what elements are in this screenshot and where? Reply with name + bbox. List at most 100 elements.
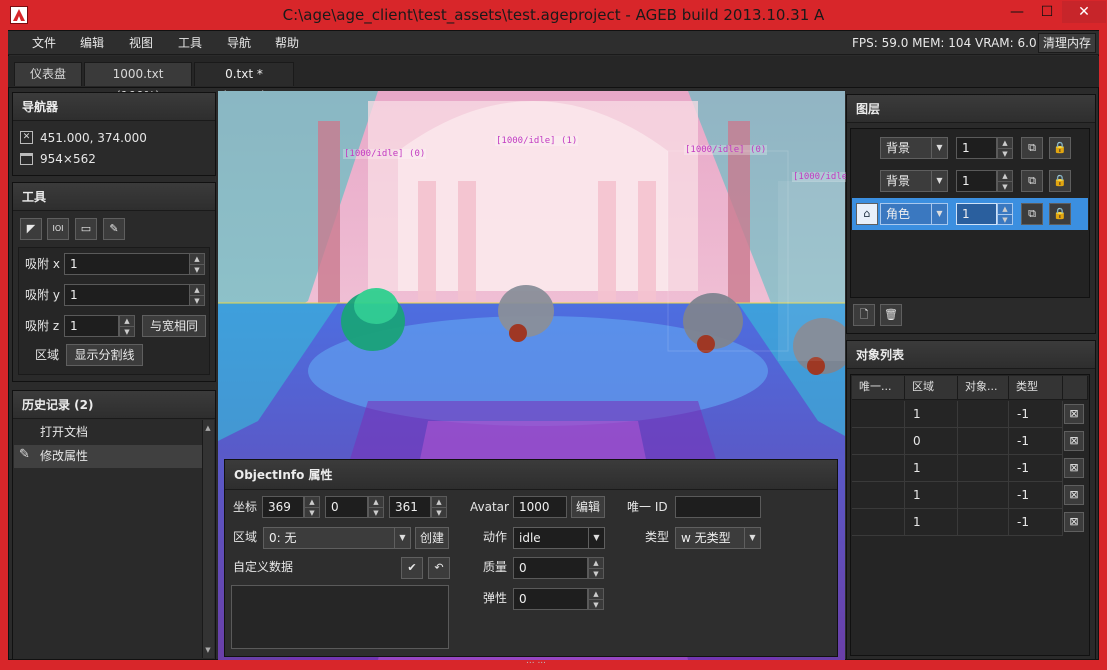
new-layer-icon[interactable]: 🗋	[853, 304, 875, 326]
col-uid[interactable]: 唯一...	[852, 376, 905, 400]
coord-z-stepper[interactable]: ▲ ▼	[431, 496, 447, 518]
menu-navigate[interactable]: 导航	[225, 34, 253, 52]
object-cell	[958, 455, 1009, 482]
mass-field[interactable]: 0	[513, 557, 588, 579]
col-object[interactable]: 对象...	[958, 376, 1009, 400]
chevron-down-icon: ▼	[931, 171, 947, 191]
menu-file[interactable]: 文件	[30, 34, 58, 52]
tab-0-txt[interactable]: 0.txt * (100%)	[194, 62, 294, 103]
coord-x-stepper[interactable]: ▲ ▼	[304, 496, 320, 518]
table-row[interactable]	[852, 482, 905, 509]
snap-x-stepper[interactable]: ▲ ▼	[189, 253, 205, 275]
layer-type-select[interactable]: 背景 ▼	[880, 170, 948, 192]
layer-depth-stepper[interactable]: ▲ ▼	[997, 137, 1013, 159]
table-row[interactable]	[852, 401, 905, 428]
custom-data-textarea[interactable]	[231, 585, 449, 649]
snap-y-stepper[interactable]: ▲ ▼	[189, 284, 205, 306]
type-select[interactable]: w 无类型 ▼	[675, 527, 761, 549]
scroll-up-icon[interactable]: ▲	[203, 421, 213, 435]
copy-layer-icon[interactable]: ⧉	[1021, 137, 1043, 159]
elastic-stepper[interactable]: ▲ ▼	[588, 588, 604, 610]
same-as-width-button[interactable]: 与宽相同	[142, 315, 206, 337]
object-cell	[958, 482, 1009, 509]
pencil-icon: ✎	[19, 447, 30, 462]
layer-type-select[interactable]: 背景 ▼	[880, 137, 948, 159]
create-button[interactable]: 创建	[415, 527, 449, 549]
avatar-field[interactable]: 1000	[513, 496, 567, 518]
uid-field[interactable]	[675, 496, 761, 518]
elastic-label: 弹性	[483, 591, 508, 605]
locate-icon[interactable]: ⊠	[1064, 485, 1084, 505]
layer-type-value: 背景	[886, 174, 911, 188]
layer-type-value: 角色	[886, 207, 911, 221]
history-item[interactable]: 打开文档	[40, 421, 88, 443]
tab-1000-txt[interactable]: 1000.txt (100%)	[84, 62, 192, 103]
select-tool-icon[interactable]: ◤	[20, 218, 42, 240]
lock-icon[interactable]: 🔒	[1049, 137, 1071, 159]
menu-view[interactable]: 视图	[127, 34, 155, 52]
table-row[interactable]	[852, 455, 905, 482]
crosshair-icon: ✕	[20, 131, 33, 144]
custom-data-label: 自定义数据	[233, 560, 294, 574]
chevron-down-icon: ▼	[744, 528, 760, 548]
snap-z-field[interactable]: 1	[64, 315, 119, 337]
lock-icon[interactable]: 🔒	[1049, 170, 1071, 192]
history-item[interactable]: 修改属性	[40, 445, 88, 467]
edit-avatar-button[interactable]: 编辑	[571, 496, 605, 518]
scroll-down-icon[interactable]: ▼	[203, 643, 213, 657]
home-icon[interactable]: ⌂	[856, 203, 878, 225]
layer-depth-field[interactable]: 1	[956, 170, 997, 192]
region-select[interactable]: 0: 无 ▼	[263, 527, 411, 549]
col-region[interactable]: 区域	[905, 376, 958, 400]
brush-tool-icon[interactable]: ✎	[103, 218, 125, 240]
layer-depth-stepper[interactable]: ▲ ▼	[997, 170, 1013, 192]
locate-icon[interactable]: ⊠	[1064, 458, 1084, 478]
region-cell: 1	[905, 482, 958, 509]
show-split-button[interactable]: 显示分割线	[66, 344, 143, 366]
delete-layer-icon[interactable]: 🗑	[880, 304, 902, 326]
uid-label: 唯一 ID	[627, 500, 668, 514]
frame-tool-icon[interactable]: ▭	[75, 218, 97, 240]
action-label: 动作	[483, 530, 508, 544]
history-scrollbar[interactable]	[202, 420, 214, 658]
type-cell: -1	[1009, 428, 1063, 455]
history-title: 历史记录 (2)	[13, 391, 215, 419]
maximize-button[interactable]: ☐	[1032, 1, 1062, 23]
minimize-button[interactable]: —	[1002, 1, 1032, 23]
apply-check-icon[interactable]: ✔	[401, 557, 423, 579]
layer-depth-field[interactable]: 1	[956, 137, 997, 159]
close-button[interactable]: ✕	[1062, 1, 1106, 23]
clear-memory-button[interactable]: 清理内存	[1038, 33, 1096, 53]
col-type[interactable]: 类型	[1009, 376, 1063, 400]
tab-dashboard[interactable]: 仪表盘	[14, 62, 82, 86]
table-row[interactable]	[852, 509, 905, 536]
menu-tools[interactable]: 工具	[176, 34, 204, 52]
menu-edit[interactable]: 编辑	[78, 34, 106, 52]
action-select[interactable]: idle ▼	[513, 527, 605, 549]
locate-icon[interactable]: ⊠	[1064, 404, 1084, 424]
table-row[interactable]	[852, 428, 905, 455]
snap-y-field[interactable]: 1	[64, 284, 190, 306]
layer-depth-stepper[interactable]: ▲ ▼	[997, 203, 1013, 225]
object-cell	[958, 428, 1009, 455]
mass-label: 质量	[483, 560, 508, 574]
coord-z-field[interactable]: 361	[389, 496, 431, 518]
type-cell: -1	[1009, 401, 1063, 428]
locate-icon[interactable]: ⊠	[1064, 512, 1084, 532]
menu-help[interactable]: 帮助	[273, 34, 301, 52]
lock-icon[interactable]: 🔒	[1049, 203, 1071, 225]
copy-layer-icon[interactable]: ⧉	[1021, 203, 1043, 225]
layer-type-select[interactable]: 角色 ▼	[880, 203, 948, 225]
mass-stepper[interactable]: ▲ ▼	[588, 557, 604, 579]
elastic-field[interactable]: 0	[513, 588, 588, 610]
locate-icon[interactable]: ⊠	[1064, 431, 1084, 451]
grid-tool-icon[interactable]: IOI	[47, 218, 69, 240]
coord-x-field[interactable]: 369	[262, 496, 304, 518]
coord-y-stepper[interactable]: ▲ ▼	[368, 496, 384, 518]
snap-x-field[interactable]: 1	[64, 253, 190, 275]
copy-layer-icon[interactable]: ⧉	[1021, 170, 1043, 192]
coord-y-field[interactable]: 0	[325, 496, 368, 518]
revert-icon[interactable]: ↶	[428, 557, 450, 579]
snap-z-stepper[interactable]: ▲ ▼	[119, 315, 135, 337]
layer-depth-field[interactable]: 1	[956, 203, 997, 225]
